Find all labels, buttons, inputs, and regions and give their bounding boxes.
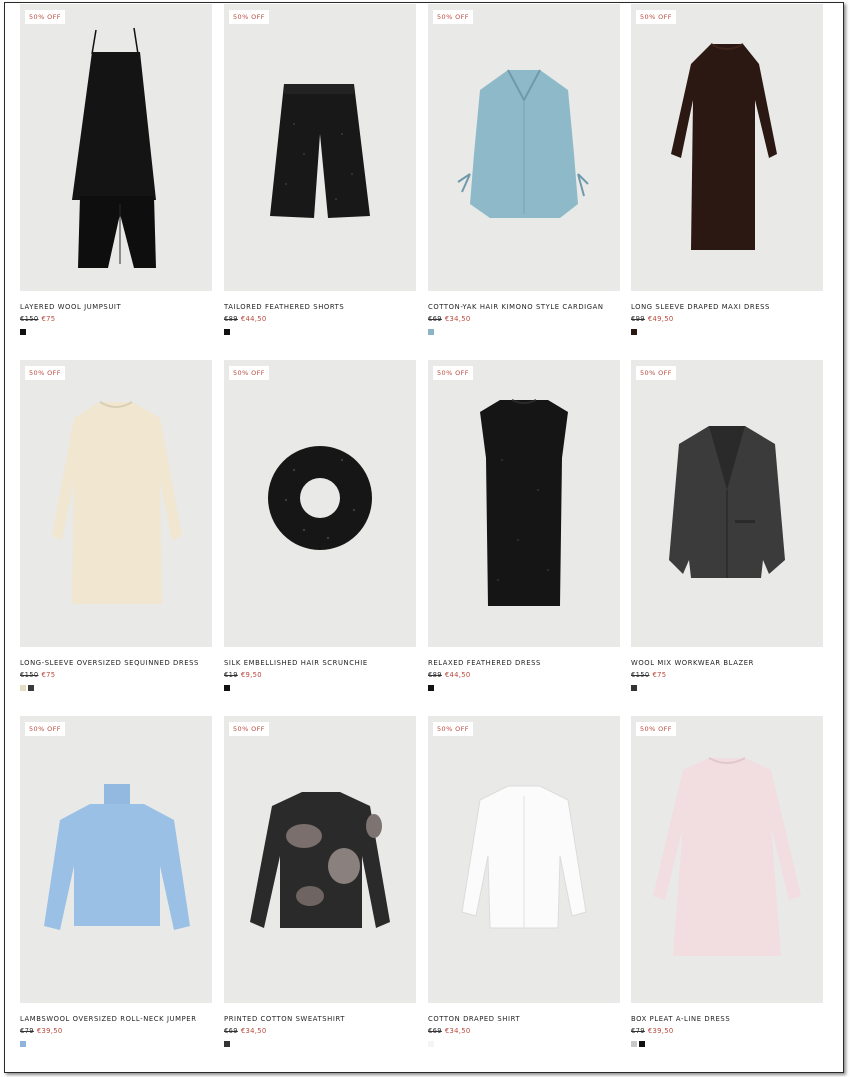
sale-price: €39,50 (36, 1027, 63, 1035)
original-price: €99 (631, 315, 645, 323)
sale-price: €75 (41, 671, 56, 679)
jumpsuit-image (72, 27, 156, 268)
jumper-image (44, 784, 190, 930)
product-image[interactable]: 50% OFF (428, 716, 620, 1003)
product-image[interactable]: 50% OFF (224, 716, 416, 1003)
product-image[interactable]: 50% OFF (631, 716, 823, 1003)
original-price: €19 (224, 671, 238, 679)
sale-price: €44,50 (444, 671, 471, 679)
discount-badge: 50% OFF (25, 722, 65, 736)
sale-price: €34,50 (444, 1027, 471, 1035)
product-card[interactable]: 50% OFF TAILORED FEATHERED SHORTS €89 €44… (224, 4, 416, 335)
sale-price: €75 (41, 315, 56, 323)
product-name[interactable]: LONG SLEEVE DRAPED MAXI DRESS (631, 303, 823, 311)
product-name[interactable]: SILK EMBELLISHED HAIR SCRUNCHIE (224, 659, 416, 667)
product-name[interactable]: PRINTED COTTON SWEATSHIRT (224, 1015, 416, 1023)
sweatshirt-image (250, 792, 390, 928)
sequin-dress-image (52, 401, 182, 604)
product-name[interactable]: LAMBSWOOL OVERSIZED ROLL-NECK JUMPER (20, 1015, 212, 1023)
product-image[interactable]: 50% OFF (20, 360, 212, 647)
discount-badge: 50% OFF (433, 366, 473, 380)
product-card[interactable]: 50% OFF COTTON-YAK HAIR KIMONO STYLE CAR… (428, 4, 620, 335)
color-swatch[interactable] (428, 685, 434, 691)
product-card[interactable]: 50% OFF LAYERED WOOL JUMPSUIT €150 €75 (20, 4, 212, 335)
product-name[interactable]: TAILORED FEATHERED SHORTS (224, 303, 416, 311)
product-card[interactable]: 50% OFF WOOL MIX WORKWEAR BLAZER €150 €75 (631, 360, 823, 691)
sale-price: €49,50 (647, 315, 674, 323)
discount-badge: 50% OFF (433, 10, 473, 24)
discount-badge: 50% OFF (229, 10, 269, 24)
blazer-image (669, 426, 785, 578)
scrunchie-image (268, 446, 372, 550)
product-image[interactable]: 50% OFF (631, 360, 823, 647)
product-name[interactable]: COTTON DRAPED SHIRT (428, 1015, 620, 1023)
color-swatch[interactable] (428, 329, 434, 335)
original-price: €69 (224, 1027, 238, 1035)
product-card[interactable]: 50% OFF SILK EMBELLISHED HAIR SCRUNCHIE … (224, 360, 416, 691)
discount-badge: 50% OFF (636, 722, 676, 736)
color-swatch[interactable] (20, 329, 26, 335)
product-image[interactable]: 50% OFF (20, 716, 212, 1003)
discount-badge: 50% OFF (636, 10, 676, 24)
product-card[interactable]: 50% OFF PRINTED COTTON SWEATSHIRT €69 €34… (224, 716, 416, 1047)
color-swatch[interactable] (639, 1041, 645, 1047)
sale-price: €44,50 (240, 315, 267, 323)
product-image[interactable]: 50% OFF (224, 4, 416, 291)
discount-badge: 50% OFF (229, 722, 269, 736)
original-price: €69 (428, 1027, 442, 1035)
discount-badge: 50% OFF (636, 366, 676, 380)
aline-dress-image (653, 757, 801, 956)
product-image[interactable]: 50% OFF (428, 360, 620, 647)
discount-badge: 50% OFF (25, 366, 65, 380)
product-image[interactable]: 50% OFF (224, 360, 416, 647)
color-swatch[interactable] (28, 685, 34, 691)
product-name[interactable]: BOX PLEAT A-LINE DRESS (631, 1015, 823, 1023)
original-price: €150 (20, 671, 39, 679)
discount-badge: 50% OFF (433, 722, 473, 736)
product-card[interactable]: 50% OFF LONG-SLEEVE OVERSIZED SEQUINNED … (20, 360, 212, 691)
color-swatch[interactable] (20, 1041, 26, 1047)
color-swatch[interactable] (631, 329, 637, 335)
color-swatch[interactable] (631, 685, 637, 691)
color-swatch[interactable] (631, 1041, 637, 1047)
original-price: €79 (631, 1027, 645, 1035)
original-price: €69 (428, 315, 442, 323)
sale-price: €39,50 (647, 1027, 674, 1035)
sale-price: €34,50 (444, 315, 471, 323)
original-price: €89 (224, 315, 238, 323)
color-swatch[interactable] (224, 329, 230, 335)
color-swatch[interactable] (224, 685, 230, 691)
sale-price: €75 (652, 671, 667, 679)
color-swatch[interactable] (20, 685, 26, 691)
shorts-image (270, 84, 370, 218)
feathered-dress-image (480, 399, 568, 606)
product-image[interactable]: 50% OFF (631, 4, 823, 291)
color-swatch[interactable] (428, 1041, 434, 1047)
product-name[interactable]: LAYERED WOOL JUMPSUIT (20, 303, 212, 311)
product-name[interactable]: COTTON-YAK HAIR KIMONO STYLE CARDIGAN (428, 303, 620, 311)
product-name[interactable]: RELAXED FEATHERED DRESS (428, 659, 620, 667)
product-card[interactable]: 50% OFF LAMBSWOOL OVERSIZED ROLL-NECK JU… (20, 716, 212, 1047)
original-price: €79 (20, 1027, 34, 1035)
product-image[interactable]: 50% OFF (20, 4, 212, 291)
discount-badge: 50% OFF (25, 10, 65, 24)
product-name[interactable]: WOOL MIX WORKWEAR BLAZER (631, 659, 823, 667)
product-name[interactable]: LONG-SLEEVE OVERSIZED SEQUINNED DRESS (20, 659, 212, 667)
shirt-image (461, 785, 587, 929)
product-image[interactable]: 50% OFF (428, 4, 620, 291)
color-swatch[interactable] (224, 1041, 230, 1047)
product-card[interactable]: 50% OFF COTTON DRAPED SHIRT €69 €34,50 (428, 716, 620, 1047)
discount-badge: 50% OFF (229, 366, 269, 380)
original-price: €150 (20, 315, 39, 323)
product-card[interactable]: 50% OFF BOX PLEAT A-LINE DRESS €79 €39,50 (631, 716, 823, 1047)
product-card[interactable]: 50% OFF LONG SLEEVE DRAPED MAXI DRESS €9… (631, 4, 823, 335)
sale-price: €9,50 (240, 671, 262, 679)
maxi-dress-image (671, 43, 777, 250)
original-price: €89 (428, 671, 442, 679)
original-price: €150 (631, 671, 650, 679)
cardigan-image (457, 69, 589, 218)
sale-price: €34,50 (240, 1027, 267, 1035)
product-card[interactable]: 50% OFF RELAXED FEATHERED DRESS €89 €44,5… (428, 360, 620, 691)
